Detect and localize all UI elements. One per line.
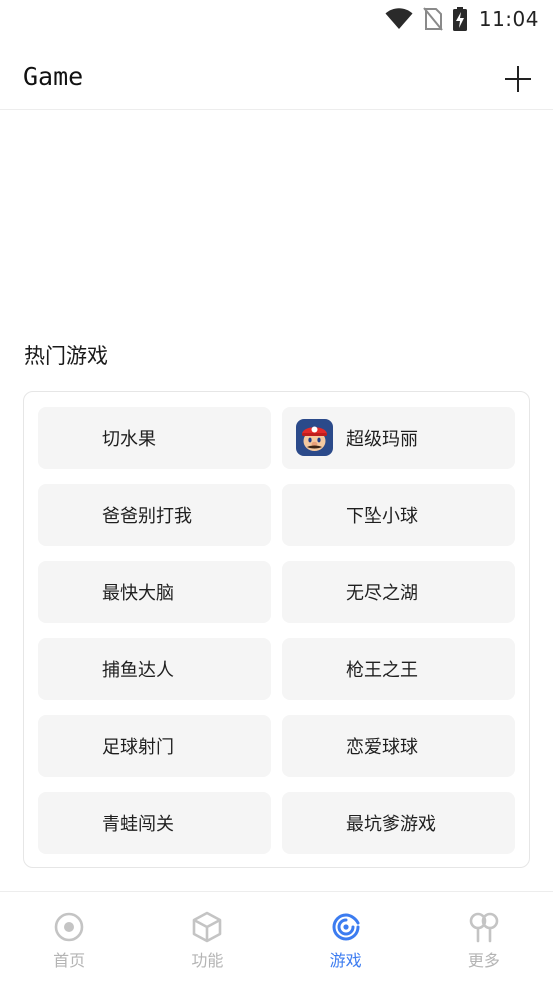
bottom-nav: 首页 功能 游戏 更多 bbox=[0, 891, 553, 983]
game-item-trickiest-game[interactable]: 最坑爹游戏 bbox=[282, 792, 515, 854]
game-swirl-icon bbox=[332, 913, 360, 941]
game-label: 无尽之湖 bbox=[346, 583, 418, 604]
nav-label: 游戏 bbox=[329, 951, 362, 970]
game-item-soccer-shootout[interactable]: 足球射门 bbox=[38, 715, 271, 777]
game-item-falling-ball[interactable]: 下坠小球 bbox=[282, 484, 515, 546]
game-item-super-mario[interactable]: 超级玛丽 bbox=[282, 407, 515, 469]
game-label: 爸爸别打我 bbox=[102, 506, 192, 527]
game-item-fastest-brain[interactable]: 最快大脑 bbox=[38, 561, 271, 623]
game-item-dad-dont-hit-me[interactable]: 爸爸别打我 bbox=[38, 484, 271, 546]
game-label: 捕鱼达人 bbox=[102, 660, 174, 681]
game-label: 恋爱球球 bbox=[346, 737, 418, 758]
nav-label: 功能 bbox=[191, 951, 224, 970]
game-label: 足球射门 bbox=[102, 737, 174, 758]
game-label: 下坠小球 bbox=[346, 506, 418, 527]
status-bar: 11:04 bbox=[0, 0, 553, 38]
app-header: Game bbox=[0, 38, 553, 110]
game-item-frog-adventure[interactable]: 青蛙闯关 bbox=[38, 792, 271, 854]
mario-icon bbox=[296, 419, 333, 456]
game-item-fruit-ninja[interactable]: 切水果 bbox=[38, 407, 271, 469]
game-label: 最快大脑 bbox=[102, 583, 174, 604]
battery-charging-icon bbox=[452, 7, 467, 31]
game-grid: 切水果 超级玛丽 爸爸别打我 下坠小球 最快大脑 无尽之湖 捕鱼达人 枪王之王 … bbox=[38, 407, 515, 854]
game-label: 切水果 bbox=[102, 429, 156, 450]
nav-label: 更多 bbox=[467, 951, 500, 970]
more-icon bbox=[469, 912, 499, 943]
add-button[interactable] bbox=[505, 66, 531, 92]
game-label: 枪王之王 bbox=[346, 660, 418, 681]
game-label: 青蛙闯关 bbox=[102, 814, 174, 835]
cube-icon bbox=[193, 911, 222, 943]
no-sim-icon bbox=[423, 7, 443, 31]
game-item-endless-lake[interactable]: 无尽之湖 bbox=[282, 561, 515, 623]
status-time: 11:04 bbox=[478, 7, 539, 31]
nav-item-home[interactable]: 首页 bbox=[0, 892, 138, 983]
nav-item-games[interactable]: 游戏 bbox=[277, 892, 415, 983]
game-item-fishing-master[interactable]: 捕鱼达人 bbox=[38, 638, 271, 700]
nav-item-features[interactable]: 功能 bbox=[138, 892, 276, 983]
game-item-love-balls[interactable]: 恋爱球球 bbox=[282, 715, 515, 777]
wifi-icon bbox=[385, 8, 413, 29]
game-label: 最坑爹游戏 bbox=[346, 814, 436, 835]
game-item-gun-king[interactable]: 枪王之王 bbox=[282, 638, 515, 700]
section-title: 热门游戏 bbox=[24, 344, 108, 368]
nav-label: 首页 bbox=[53, 951, 86, 970]
home-circle-icon bbox=[54, 912, 84, 942]
game-label: 超级玛丽 bbox=[346, 429, 418, 450]
page-title: Game bbox=[23, 62, 84, 91]
nav-item-more[interactable]: 更多 bbox=[415, 892, 553, 983]
hot-games-card: 切水果 超级玛丽 爸爸别打我 下坠小球 最快大脑 无尽之湖 捕鱼达人 枪王之王 … bbox=[23, 391, 530, 868]
